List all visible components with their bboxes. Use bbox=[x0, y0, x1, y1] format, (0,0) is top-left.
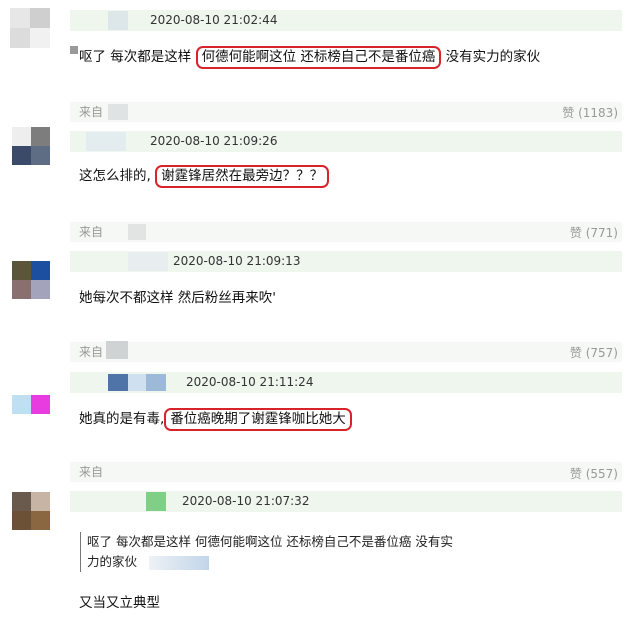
comment-header-bar: 2020-08-10 21:02:44 bbox=[70, 10, 622, 31]
comment-text-part: 这怎么排的, bbox=[79, 168, 156, 184]
avatar[interactable] bbox=[12, 261, 50, 299]
comment-text: 这怎么排的, 谢霆锋居然在最旁边？？？ bbox=[79, 165, 330, 188]
from-label: 来自 bbox=[79, 465, 104, 479]
quote-line: 力的家伙 bbox=[87, 552, 453, 572]
comment-meta-row bbox=[70, 102, 622, 122]
from-label: 来自 bbox=[79, 225, 104, 239]
comment-text: 又当又立典型 bbox=[79, 593, 160, 613]
comment-header-bar: 2020-08-10 21:07:32 bbox=[70, 491, 622, 512]
comment-text-part: 呕了 每次都是这样 bbox=[79, 49, 196, 65]
highlighted-text: 番位癌晚期了谢霆锋咖比她大 bbox=[164, 408, 352, 431]
timestamp: 2020-08-10 21:11:24 bbox=[186, 375, 314, 389]
comment-text-part: 她真的是有毒, bbox=[79, 411, 165, 427]
like-count[interactable]: 赞 (757) bbox=[570, 344, 618, 362]
from-label: 来自 bbox=[79, 345, 104, 359]
comment-header-bar: 2020-08-10 21:09:26 bbox=[70, 131, 622, 152]
comment-text: 呕了 每次都是这样 何德何能啊这位 还标榜自己不是番位癌 没有实力的家伙 bbox=[79, 46, 540, 69]
timestamp: 2020-08-10 21:07:32 bbox=[182, 494, 310, 508]
like-count[interactable]: 赞 (771) bbox=[570, 224, 618, 242]
timestamp: 2020-08-10 21:09:26 bbox=[150, 134, 278, 148]
timestamp: 2020-08-10 21:09:13 bbox=[173, 254, 301, 268]
comment-text-part: 没有实力的家伙 bbox=[441, 49, 541, 65]
comment-text-part: 她每次不都这样 然后粉丝再来吹' bbox=[79, 290, 277, 306]
quoted-comment: 呕了 每次都是这样 何德何能啊这位 还标榜自己不是番位癌 没有实 力的家伙 bbox=[80, 532, 453, 572]
like-count[interactable]: 赞 (557) bbox=[570, 465, 618, 483]
comment-text: 她每次不都这样 然后粉丝再来吹' bbox=[79, 288, 276, 308]
avatar[interactable] bbox=[12, 395, 50, 414]
highlighted-text: 谢霆锋居然在最旁边？？？ bbox=[155, 165, 330, 188]
comment-header-bar: 2020-08-10 21:09:13 bbox=[70, 251, 622, 272]
comment-meta-row bbox=[70, 342, 622, 362]
comment-header-bar: 2020-08-10 21:11:24 bbox=[70, 372, 622, 393]
comment-meta-row bbox=[70, 462, 622, 482]
comment-text-part: 又当又立典型 bbox=[79, 595, 160, 611]
timestamp: 2020-08-10 21:02:44 bbox=[150, 13, 278, 27]
highlighted-text: 何德何能啊这位 还标榜自己不是番位癌 bbox=[195, 46, 442, 69]
avatar[interactable] bbox=[12, 127, 50, 165]
comment-text: 她真的是有毒, 番位癌晚期了谢霆锋咖比她大 bbox=[79, 408, 352, 431]
avatar[interactable] bbox=[12, 492, 50, 530]
comment-meta-row bbox=[70, 222, 622, 242]
quote-line: 呕了 每次都是这样 何德何能啊这位 还标榜自己不是番位癌 没有实 bbox=[87, 534, 453, 549]
avatar[interactable] bbox=[10, 8, 50, 48]
from-label: 来自 bbox=[79, 105, 104, 119]
like-count[interactable]: 赞 (1183) bbox=[562, 104, 618, 122]
